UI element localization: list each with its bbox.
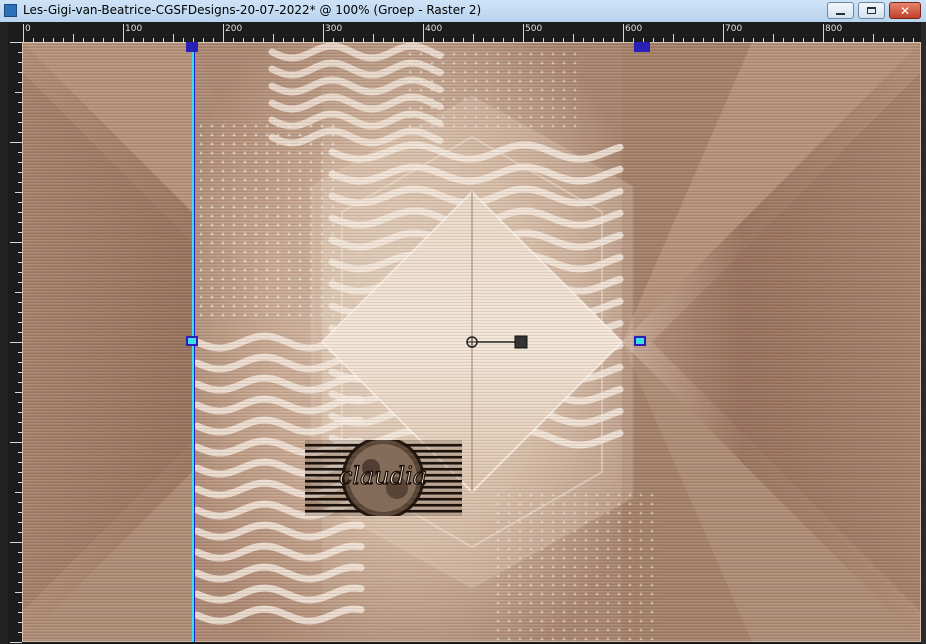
ruler-tick (73, 34, 74, 42)
ruler-label: 300 (325, 24, 343, 34)
ruler-tick (523, 24, 524, 42)
window-frame-right (921, 22, 926, 644)
ruler-tick (15, 292, 22, 293)
ruler-tick (823, 24, 824, 42)
window-titlebar[interactable]: Les-Gigi-van-Beatrice-CGSFDesigns-20-07-… (0, 0, 926, 23)
ruler-tick (573, 34, 574, 42)
ruler-tick (373, 34, 374, 42)
ruler-tick (15, 392, 22, 393)
ruler-tick (873, 34, 874, 42)
ruler-tick (15, 492, 22, 493)
watermark-text: claudia (339, 462, 427, 490)
image-canvas[interactable]: claudia (22, 42, 921, 642)
ruler-tick (15, 592, 22, 593)
ruler-label: 500 (525, 24, 543, 34)
ruler-tick (10, 342, 22, 343)
ruler-tick (723, 24, 724, 42)
ruler-tick (123, 24, 124, 42)
app-document-icon (4, 4, 17, 17)
ruler-label: 800 (825, 24, 843, 34)
ruler-tick (773, 34, 774, 42)
ruler-label: 0 (25, 24, 31, 34)
ruler-tick (623, 24, 624, 42)
vertical-ruler[interactable] (8, 42, 23, 644)
ruler-label: 400 (425, 24, 443, 34)
minimize-button[interactable] (827, 2, 854, 19)
ruler-tick (10, 142, 22, 143)
ruler-tick (10, 542, 22, 543)
close-button[interactable]: ✕ (889, 2, 921, 19)
watermark-logo: claudia (305, 440, 462, 516)
ruler-tick (273, 34, 274, 42)
minimize-icon (836, 12, 845, 15)
ruler-tick (10, 642, 22, 643)
window-frame-left (0, 22, 8, 644)
horizontal-ruler[interactable]: 0 100 200 300 400 500 600 700 800 (8, 22, 921, 43)
ruler-tick (173, 34, 174, 42)
ruler-label: 600 (625, 24, 643, 34)
window-title: Les-Gigi-van-Beatrice-CGSFDesigns-20-07-… (23, 3, 482, 17)
ruler-tick (15, 192, 22, 193)
rotation-pivot-handle[interactable] (464, 334, 534, 352)
ruler-tick (223, 24, 224, 42)
guide-handle-mid-right[interactable] (634, 336, 646, 346)
ruler-tick (473, 34, 474, 42)
ruler-tick (10, 442, 22, 443)
ruler-label: 700 (725, 24, 743, 34)
maximize-icon (867, 7, 876, 14)
ruler-tick (423, 24, 424, 42)
maximize-button[interactable] (858, 2, 885, 19)
ruler-tick (673, 34, 674, 42)
guide-handle-mid-left[interactable] (186, 336, 198, 346)
ruler-tick (15, 92, 22, 93)
ruler-tick (23, 24, 24, 42)
guide-handle-top-left[interactable] (186, 42, 198, 52)
ruler-tick (10, 242, 22, 243)
ruler-tick (323, 24, 324, 42)
close-icon: ✕ (899, 3, 911, 18)
ruler-tick (10, 42, 22, 43)
ruler-label: 100 (125, 24, 143, 34)
guide-handle-top-right[interactable] (634, 42, 650, 52)
ruler-label: 200 (225, 24, 243, 34)
